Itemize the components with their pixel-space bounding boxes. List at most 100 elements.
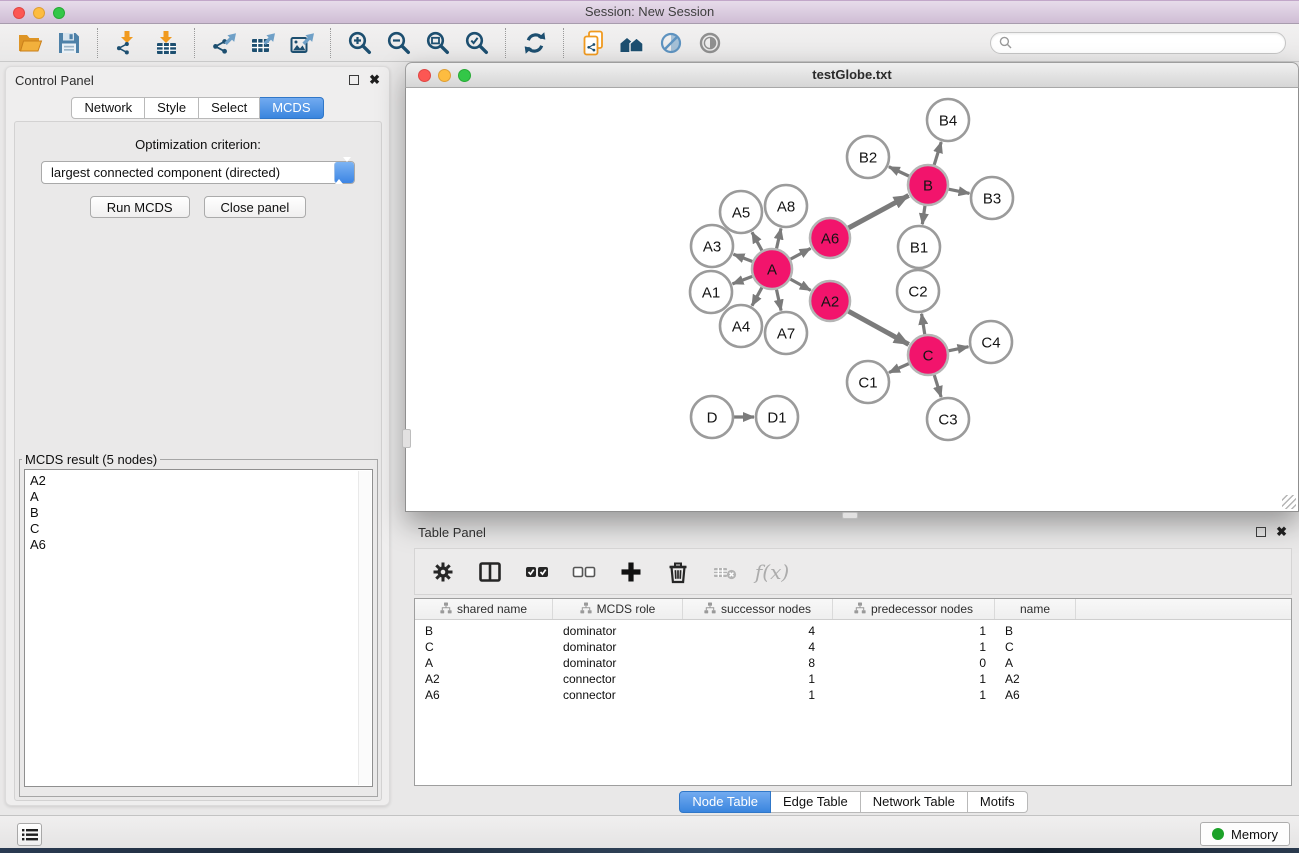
graph-node-B2[interactable]: B2 [847,136,889,178]
column-header-predecessor-nodes[interactable]: predecessor nodes [833,599,995,619]
table-row[interactable]: Bdominator41B [415,623,1291,639]
table-row[interactable]: A2connector11A2 [415,671,1291,687]
mcds-result-item[interactable]: A [30,489,356,505]
graph-edge-C-C2[interactable] [922,314,925,335]
graph-node-C[interactable]: C [908,335,948,375]
window-resize-grip[interactable] [1282,495,1296,509]
graph-edge-A-A1[interactable] [733,276,753,283]
column-header-name[interactable]: name [995,599,1076,619]
graph-edge-B-B1[interactable] [922,206,925,224]
tab-select[interactable]: Select [199,97,260,119]
column-header-shared-name[interactable]: shared name [415,599,553,619]
zoom-out-icon[interactable] [382,27,415,58]
show-hide-graphics-details-icon[interactable] [654,27,687,58]
search-input[interactable] [990,32,1286,54]
graph-node-B4[interactable]: B4 [927,99,969,141]
graph-edge-B-B2[interactable] [889,167,909,176]
graph-edge-A-A8[interactable] [777,228,781,248]
network-minimize-traffic-light[interactable] [438,69,451,82]
horizontal-splitter-handle[interactable] [842,512,858,519]
graph-node-A8[interactable]: A8 [765,185,807,227]
graph-node-A3[interactable]: A3 [691,225,733,267]
table-tab-node-table[interactable]: Node Table [679,791,771,813]
zoom-in-icon[interactable] [343,27,376,58]
import-table-icon[interactable] [149,27,182,58]
graph-node-D[interactable]: D [691,396,733,438]
vertical-splitter-handle[interactable] [402,429,411,448]
graph-node-B3[interactable]: B3 [971,177,1013,219]
graph-edge-A-A6[interactable] [791,248,811,259]
graph-node-A4[interactable]: A4 [720,305,762,347]
graph-edge-A-A4[interactable] [752,287,762,305]
select-all-columns-icon[interactable] [523,558,551,586]
graph-node-C3[interactable]: C3 [927,398,969,440]
graph-edge-A-A5[interactable] [752,232,762,250]
network-canvas[interactable]: B4B2BB3A5A8A6B1A3AA1C2A2A4A7C4CC1C3DD1 [405,88,1299,512]
graph-node-D1[interactable]: D1 [756,396,798,438]
show-columns-icon[interactable] [476,558,504,586]
graph-node-A5[interactable]: A5 [720,191,762,233]
table-tab-motifs[interactable]: Motifs [968,791,1028,813]
mcds-result-item[interactable]: A6 [30,537,356,553]
memory-button[interactable]: Memory [1200,822,1290,846]
open-session-icon[interactable] [13,27,46,58]
graph-node-B[interactable]: B [908,165,948,205]
delete-column-icon[interactable] [664,558,692,586]
table-row[interactable]: Cdominator41C [415,639,1291,655]
result-list-scrollbar[interactable] [358,471,371,785]
tab-network[interactable]: Network [71,97,145,119]
network-maximize-traffic-light[interactable] [458,69,471,82]
export-image-icon[interactable] [285,27,318,58]
graph-edge-B-B4[interactable] [934,142,941,165]
table-float-panel-icon[interactable] [1256,527,1266,537]
tab-mcds[interactable]: MCDS [260,97,323,119]
graph-node-C2[interactable]: C2 [897,270,939,312]
float-panel-icon[interactable] [349,75,359,85]
graph-node-C1[interactable]: C1 [847,361,889,403]
unselect-all-columns-icon[interactable] [570,558,598,586]
column-header-successor-nodes[interactable]: successor nodes [683,599,833,619]
table-row[interactable]: Adominator80A [415,655,1291,671]
export-network-icon[interactable] [207,27,240,58]
graph-edge-C-C4[interactable] [949,347,969,351]
graph-edge-A-A2[interactable] [790,279,810,290]
zoom-selected-icon[interactable] [460,27,493,58]
table-tab-network-table[interactable]: Network Table [861,791,968,813]
graph-edge-B-B3[interactable] [949,189,970,193]
new-network-from-selection-icon[interactable] [576,27,609,58]
export-table-icon[interactable] [246,27,279,58]
first-neighbors-icon[interactable] [615,27,648,58]
refresh-icon[interactable] [518,27,551,58]
graph-edge-A-A3[interactable] [733,254,752,261]
mcds-result-item[interactable]: A2 [30,473,356,489]
import-network-icon[interactable] [110,27,143,58]
graph-node-A[interactable]: A [752,249,792,289]
run-mcds-button[interactable]: Run MCDS [90,196,190,218]
mcds-result-item[interactable]: B [30,505,356,521]
task-history-button[interactable] [17,823,42,846]
birdseye-view-icon[interactable] [693,27,726,58]
zoom-fit-icon[interactable] [421,27,454,58]
table-settings-icon[interactable] [429,558,457,586]
close-panel-button[interactable]: Close panel [204,196,307,218]
graph-node-A1[interactable]: A1 [690,271,732,313]
mcds-result-list[interactable]: A2ABCA6 [24,469,373,787]
tab-style[interactable]: Style [145,97,199,119]
graph-node-C4[interactable]: C4 [970,321,1012,363]
graph-edge-A2-C[interactable] [848,311,908,344]
save-session-icon[interactable] [52,27,85,58]
graph-edge-A-A7[interactable] [776,290,781,311]
graph-node-A7[interactable]: A7 [765,312,807,354]
network-close-traffic-light[interactable] [418,69,431,82]
graph-node-B1[interactable]: B1 [898,226,940,268]
network-graph[interactable]: B4B2BB3A5A8A6B1A3AA1C2A2A4A7C4CC1C3DD1 [406,88,1298,510]
graph-edge-A6-B[interactable] [848,195,908,228]
table-tab-edge-table[interactable]: Edge Table [771,791,861,813]
mcds-result-item[interactable]: C [30,521,356,537]
network-window-titlebar[interactable]: testGlobe.txt [405,62,1299,88]
graph-edge-C-C1[interactable] [889,364,909,373]
table-close-panel-icon[interactable]: ✖ [1276,526,1287,537]
table-row[interactable]: A6connector11A6 [415,687,1291,703]
close-panel-icon[interactable]: ✖ [369,74,380,85]
optimization-criterion-select[interactable]: largest connected component (directed) [41,161,355,184]
